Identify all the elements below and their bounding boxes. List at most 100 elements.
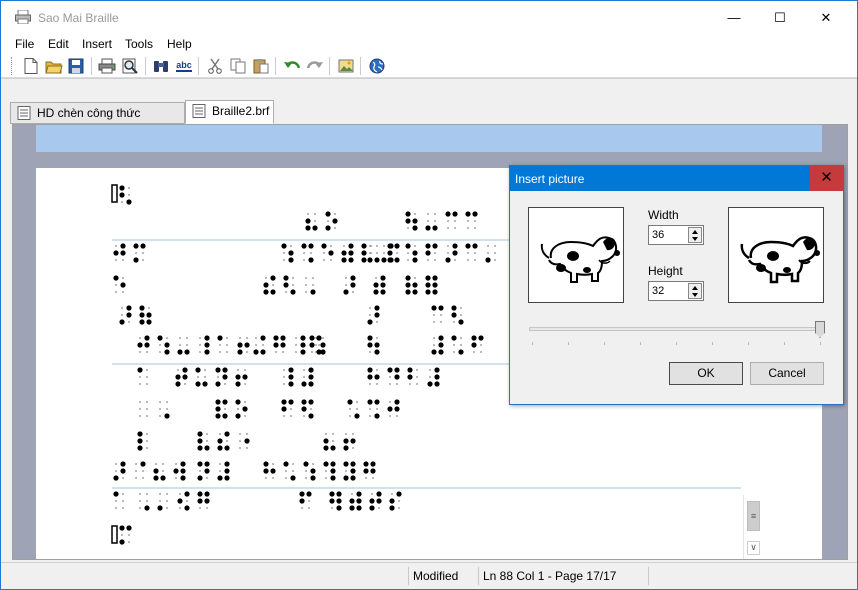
braille-cell bbox=[369, 491, 382, 511]
braille-cell bbox=[451, 335, 464, 355]
braille-cell bbox=[119, 525, 132, 545]
copy-button[interactable] bbox=[228, 56, 248, 76]
menu-file[interactable]: File bbox=[15, 37, 34, 51]
scroll-down-arrow[interactable]: ∨ bbox=[747, 541, 760, 555]
braille-cell bbox=[405, 211, 418, 231]
braille-cell bbox=[217, 335, 228, 353]
width-value[interactable]: 36 bbox=[652, 229, 664, 241]
braille-cell bbox=[301, 243, 314, 263]
toolbar-separator bbox=[275, 57, 276, 75]
braille-cell bbox=[427, 367, 440, 387]
braille-cell bbox=[235, 369, 248, 387]
braille-cell bbox=[197, 491, 210, 509]
braille-cell bbox=[431, 335, 444, 355]
dialog-title-bar[interactable]: Insert picture ✕ bbox=[510, 166, 843, 191]
threshold-slider[interactable] bbox=[529, 327, 823, 331]
insert-picture-icon bbox=[338, 59, 354, 73]
braille-cell bbox=[465, 243, 478, 261]
print-preview-icon bbox=[122, 58, 138, 74]
braille-cell bbox=[283, 367, 294, 387]
braille-cell bbox=[197, 431, 210, 451]
braille-cell bbox=[303, 461, 316, 481]
height-spinner[interactable]: 32 bbox=[648, 281, 704, 301]
find-button[interactable] bbox=[151, 56, 171, 76]
toolbar-separator bbox=[360, 57, 361, 75]
cut-button[interactable] bbox=[205, 56, 225, 76]
braille-cell bbox=[177, 337, 190, 355]
braille-cell bbox=[119, 305, 132, 325]
toolbar-separator bbox=[198, 57, 199, 75]
vertical-scrollbar[interactable]: ≡ ∨ bbox=[743, 495, 761, 559]
braille-cell bbox=[283, 461, 296, 481]
minimize-button[interactable]: — bbox=[711, 1, 757, 34]
braille-cell bbox=[367, 399, 380, 419]
paste-button[interactable] bbox=[251, 56, 271, 76]
braille-cell bbox=[465, 211, 478, 229]
status-position: Ln 88 Col 1 - Page 17/17 bbox=[478, 567, 648, 585]
tab-label: Braille2.brf bbox=[212, 104, 270, 118]
toolbar: abc bbox=[1, 54, 857, 78]
toolbar-separator bbox=[145, 57, 146, 75]
app-window: Sao Mai Braille — ☐ ✕ File Edit Insert T… bbox=[0, 0, 858, 590]
print-preview-button[interactable] bbox=[120, 56, 140, 76]
braille-cell bbox=[299, 491, 312, 509]
braille-cell bbox=[367, 245, 380, 263]
ok-button[interactable]: OK bbox=[669, 362, 743, 385]
height-value[interactable]: 32 bbox=[652, 285, 664, 297]
spell-check-button[interactable]: abc bbox=[174, 56, 194, 76]
new-button[interactable] bbox=[21, 56, 41, 76]
menu-insert[interactable]: Insert bbox=[82, 37, 112, 51]
braille-cell bbox=[135, 461, 146, 479]
undo-button[interactable] bbox=[282, 56, 302, 76]
threshold-slider-thumb[interactable] bbox=[815, 321, 825, 338]
tab-hd-chen-cong-thuc[interactable]: HD chèn công thức Toán.smd bbox=[10, 102, 185, 140]
printer-icon bbox=[15, 10, 31, 24]
dialog-close-button[interactable]: ✕ bbox=[810, 166, 843, 191]
braille-cell bbox=[215, 367, 228, 387]
minimize-icon: — bbox=[727, 10, 741, 25]
cancel-button[interactable]: Cancel bbox=[750, 362, 824, 385]
insert-picture-button[interactable] bbox=[336, 56, 356, 76]
menu-tools[interactable]: Tools bbox=[125, 37, 153, 51]
redo-button[interactable] bbox=[305, 56, 325, 76]
braille-cell bbox=[217, 431, 230, 451]
braille-cell bbox=[239, 433, 250, 449]
tab-braille2[interactable]: Braille2.brf bbox=[185, 100, 274, 124]
braille-cell bbox=[173, 461, 186, 481]
menu-edit[interactable]: Edit bbox=[48, 37, 69, 51]
braille-cell bbox=[235, 399, 248, 419]
document-icon bbox=[192, 104, 206, 118]
braille-cell bbox=[137, 431, 148, 451]
width-spinner[interactable]: 36 bbox=[648, 225, 704, 245]
print-button[interactable] bbox=[97, 56, 117, 76]
height-spin-buttons[interactable] bbox=[688, 283, 702, 299]
braille-cell bbox=[195, 367, 208, 387]
braille-cell bbox=[237, 337, 250, 355]
braille-cell bbox=[305, 277, 316, 295]
braille-cell bbox=[343, 461, 356, 481]
maximize-button[interactable]: ☐ bbox=[757, 1, 803, 34]
new-icon bbox=[24, 58, 38, 74]
document-tabs: HD chèn công thức Toán.smd Braille2.brf bbox=[1, 78, 857, 140]
maximize-icon: ☐ bbox=[774, 10, 786, 25]
braille-cell bbox=[367, 367, 380, 385]
slider-tick bbox=[784, 342, 785, 345]
braille-cell bbox=[273, 335, 286, 353]
text-cursor bbox=[111, 184, 118, 203]
braille-cell bbox=[323, 461, 336, 481]
toolbar-grip[interactable] bbox=[11, 57, 14, 75]
close-button[interactable]: ✕ bbox=[803, 1, 849, 34]
menu-help[interactable]: Help bbox=[167, 37, 192, 51]
save-button[interactable] bbox=[66, 56, 86, 76]
web-button[interactable] bbox=[367, 56, 387, 76]
width-spin-buttons[interactable] bbox=[688, 227, 702, 243]
braille-cell bbox=[217, 461, 230, 481]
braille-cell bbox=[445, 243, 458, 263]
scroll-thumb[interactable]: ≡ bbox=[747, 501, 760, 531]
braille-cell bbox=[471, 335, 484, 353]
document-icon bbox=[17, 106, 31, 120]
open-button[interactable] bbox=[44, 56, 64, 76]
find-icon bbox=[154, 61, 168, 72]
save-icon bbox=[68, 58, 84, 74]
braille-cell bbox=[325, 211, 338, 231]
